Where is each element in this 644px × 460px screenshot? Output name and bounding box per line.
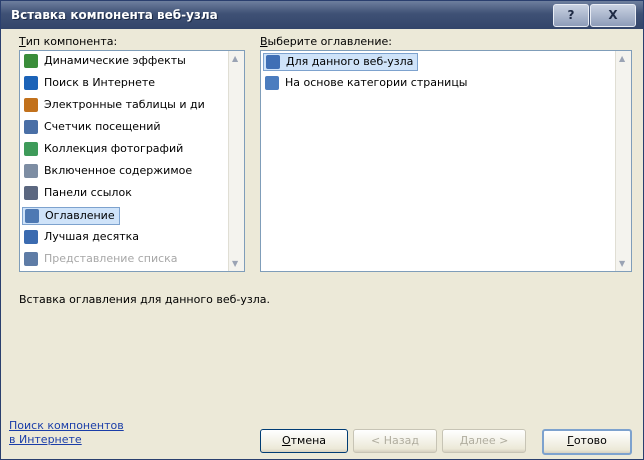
component-item[interactable]: Представление списка <box>22 251 182 267</box>
component-item[interactable]: Включенное содержимое <box>22 163 196 179</box>
globe-search-icon <box>24 76 38 90</box>
scroll-up-arrow[interactable]: ▲ <box>232 54 238 63</box>
included-content-icon <box>24 164 38 178</box>
title-bar: Вставка компонента веб-узла ? X <box>1 1 643 29</box>
scroll-down-arrow[interactable]: ▼ <box>232 259 238 268</box>
component-item[interactable]: Поиск в Интернете <box>22 75 159 91</box>
toc-option-list[interactable]: На основе категории страницы Для данного … <box>260 50 632 272</box>
counter-icon <box>24 120 38 134</box>
finish-button[interactable]: Готово <box>542 429 632 455</box>
help-button[interactable]: ? <box>553 4 589 27</box>
link-bar-icon <box>24 186 38 200</box>
toc-option-item-label: На основе категории страницы <box>285 76 468 89</box>
effects-icon <box>24 54 38 68</box>
next-button[interactable]: Далее > <box>442 429 526 453</box>
toc-list-scrollbar[interactable]: ▲ ▼ <box>615 51 631 271</box>
component-item-label: Счетчик посещений <box>44 120 161 133</box>
component-item[interactable]: Электронные таблицы и ди <box>22 97 209 113</box>
category-toc-icon <box>265 76 279 90</box>
component-item[interactable]: Панели ссылок <box>22 185 136 201</box>
table-of-contents-icon <box>25 209 39 223</box>
find-components-link-line1[interactable]: Поиск компонентов <box>9 419 124 432</box>
component-item[interactable]: Оглавление <box>22 207 120 225</box>
close-button[interactable]: X <box>590 4 636 27</box>
toc-option-item[interactable]: На основе категории страницы <box>263 75 472 91</box>
component-item-label: Панели ссылок <box>44 186 132 199</box>
component-item-label: Коллекция фотографий <box>44 142 184 155</box>
list-view-icon <box>24 252 38 266</box>
dialog-title: Вставка компонента веб-узла <box>11 8 218 22</box>
component-type-label: Тип компонента: <box>19 35 118 48</box>
component-item[interactable]: Коллекция фотографий <box>22 141 187 157</box>
back-button[interactable]: < Назад <box>353 429 437 453</box>
component-item-label: Оглавление <box>45 209 115 222</box>
component-item[interactable]: Динамические эффекты <box>22 53 190 69</box>
component-item-label: Электронные таблицы и ди <box>44 98 205 111</box>
component-item[interactable]: Лучшая десятка <box>22 229 143 245</box>
toc-option-item-label: Для данного веб-узла <box>286 55 414 68</box>
site-toc-icon <box>266 55 280 69</box>
choose-toc-label: Выберите оглавление: <box>260 35 392 48</box>
component-description: Вставка оглавления для данного веб-узла. <box>19 293 270 306</box>
component-item-label: Лучшая десятка <box>44 230 140 243</box>
insert-web-component-dialog: Вставка компонента веб-узла ? X Тип комп… <box>0 0 644 460</box>
component-item-label: Включенное содержимое <box>44 164 193 177</box>
photo-gallery-icon <box>24 142 38 156</box>
component-item-label: Представление списка <box>44 252 178 265</box>
component-item-label: Поиск в Интернете <box>44 76 156 89</box>
top-ten-icon <box>24 230 38 244</box>
spreadsheet-chart-icon <box>24 98 38 112</box>
scroll-down-arrow[interactable]: ▼ <box>619 259 625 268</box>
cancel-button[interactable]: Отмена <box>260 429 348 453</box>
scroll-up-arrow[interactable]: ▲ <box>619 54 625 63</box>
component-item-label: Динамические эффекты <box>44 54 186 67</box>
component-type-list[interactable]: Представление списка Лучшая десятка Оглавл… <box>19 50 245 272</box>
component-list-scrollbar[interactable]: ▲ ▼ <box>228 51 244 271</box>
find-components-link-line2[interactable]: в Интернете <box>9 433 82 446</box>
component-item[interactable]: Счетчик посещений <box>22 119 165 135</box>
toc-option-item[interactable]: Для данного веб-узла <box>263 53 419 71</box>
